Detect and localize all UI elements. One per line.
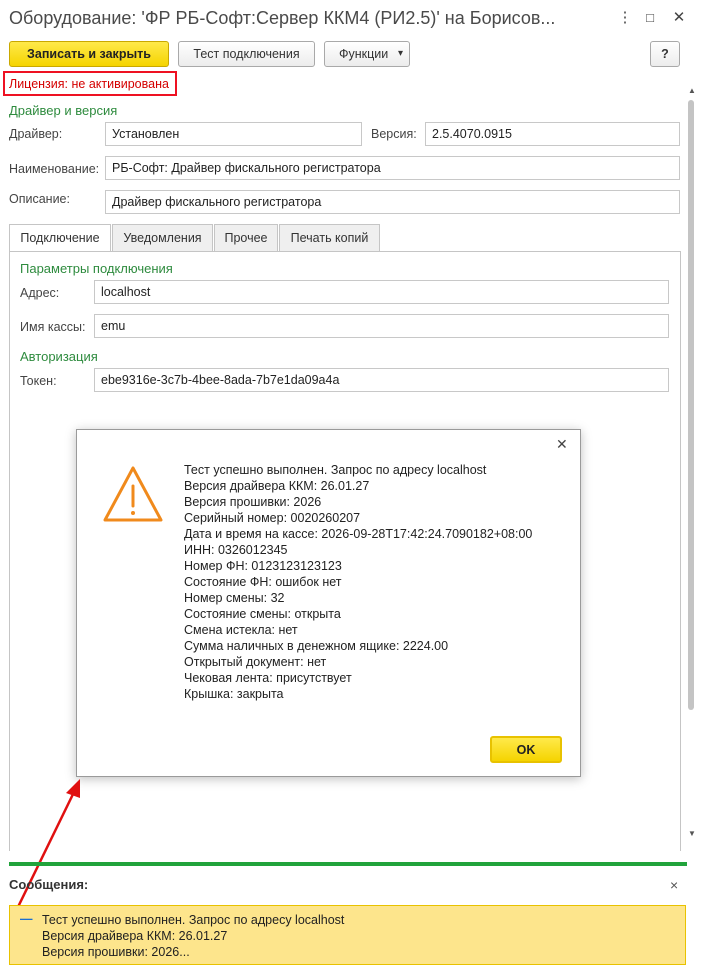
annotation-arrow (16, 779, 80, 908)
messages-title: Сообщения: (9, 877, 89, 892)
message-line: Версия прошивки: 2026... (42, 945, 190, 959)
messages-close-icon[interactable]: × (670, 877, 678, 893)
message-line: Версия драйвера ККМ: 26.01.27 (42, 929, 228, 943)
messages-divider (9, 862, 687, 866)
message-item[interactable]: — Тест успешно выполнен. Запрос по адрес… (9, 905, 686, 965)
message-line: Тест успешно выполнен. Запрос по адресу … (42, 913, 345, 927)
message-dash-icon: — (20, 912, 33, 926)
